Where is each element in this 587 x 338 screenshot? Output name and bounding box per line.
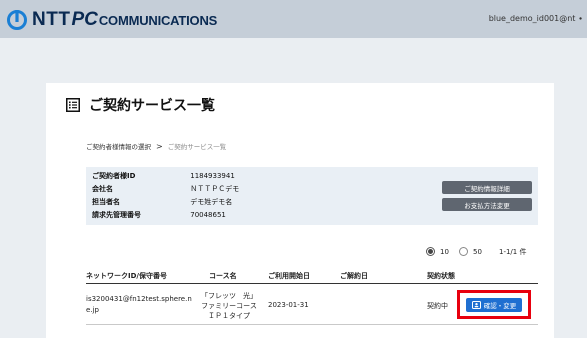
radio-unchecked-icon[interactable] bbox=[459, 247, 468, 256]
column-header-network-id: ネットワークID/保守番号 bbox=[86, 272, 167, 280]
network-id-line: e.jp bbox=[86, 306, 99, 314]
info-value: デモ姓デモ名 bbox=[190, 198, 233, 206]
table-header: ネットワークID/保守番号 コース名 ご利用開始日 ご解約日 契約状態 bbox=[86, 268, 538, 284]
logo-wordmark: NTT PC COMMUNICATIONS bbox=[32, 9, 217, 31]
table-row: is3200431@fn12test.sphere.n e.jp 「フレッツ 光… bbox=[86, 285, 538, 325]
page-size-10-label: 10 bbox=[440, 247, 449, 256]
user-id-menu[interactable]: blue_demo_id001@nt ∙ bbox=[489, 14, 583, 23]
info-label: ご契約者様ID bbox=[92, 172, 136, 180]
start-date-cell: 2023-01-31 bbox=[268, 301, 309, 309]
status-cell: 契約中 bbox=[427, 302, 448, 310]
ntt-pc-logo[interactable]: NTT PC COMMUNICATIONS bbox=[6, 9, 217, 31]
info-row-company: 会社名 ＮＴＴＰＣデモ bbox=[92, 184, 239, 194]
info-label: 請求先管理番号 bbox=[92, 211, 141, 219]
column-header-status: 契約状態 bbox=[427, 272, 455, 280]
info-value: 70048651 bbox=[190, 211, 226, 219]
list-icon bbox=[66, 98, 80, 112]
info-value: 1184933941 bbox=[190, 172, 235, 180]
logo-communications-text: COMMUNICATIONS bbox=[98, 13, 218, 28]
page-title-text: ご契約サービス一覧 bbox=[89, 98, 215, 114]
info-row-contact: 担当者名 デモ姓デモ名 bbox=[92, 197, 232, 207]
network-id-line: is3200431@fn12test.sphere.n bbox=[86, 295, 192, 303]
breadcrumb-separator: > bbox=[156, 141, 163, 151]
breadcrumb-current: ご契約サービス一覧 bbox=[167, 143, 227, 151]
top-bar: NTT PC COMMUNICATIONS blue_demo_id001@nt… bbox=[0, 0, 587, 38]
confirm-change-label: 確認・変更 bbox=[483, 301, 517, 310]
pagination-range: 1-1/1 件 bbox=[499, 248, 527, 256]
confirm-change-button[interactable]: 確認・変更 bbox=[466, 297, 522, 312]
radio-checked-icon[interactable] bbox=[426, 247, 435, 256]
id-card-icon bbox=[471, 300, 481, 309]
course-cell: 「フレッツ 光」 ファミリーコース ＩＰ１タイプ bbox=[198, 291, 260, 321]
page-title: ご契約サービス一覧 bbox=[66, 95, 215, 115]
info-row-billing-number: 請求先管理番号 70048651 bbox=[92, 210, 226, 220]
logo-pc-text: PC bbox=[71, 9, 98, 30]
column-header-course: コース名 bbox=[209, 272, 237, 280]
info-value: ＮＴＴＰＣデモ bbox=[190, 185, 240, 193]
info-label: 会社名 bbox=[92, 185, 113, 193]
course-line: ＩＰ１タイプ bbox=[208, 312, 250, 320]
contract-info-panel: ご契約者様ID 1184933941 会社名 ＮＴＴＰＣデモ 担当者名 デモ姓デ… bbox=[86, 167, 538, 225]
info-row-contract-id: ご契約者様ID 1184933941 bbox=[92, 171, 235, 181]
page-size-50[interactable]: 50 bbox=[459, 247, 482, 256]
network-id-cell: is3200431@fn12test.sphere.n e.jp bbox=[86, 294, 192, 316]
breadcrumb: ご契約者様情報の選択 > ご契約サービス一覧 bbox=[86, 141, 227, 152]
ntt-logo-icon bbox=[7, 10, 27, 30]
logo-ntt-text: NTT bbox=[32, 9, 71, 30]
breadcrumb-contractor-select[interactable]: ご契約者様情報の選択 bbox=[86, 141, 151, 151]
column-header-start-date: ご利用開始日 bbox=[268, 272, 310, 280]
column-header-cancel-date: ご解約日 bbox=[340, 272, 368, 280]
payment-method-change-button[interactable]: お支払方法変更 bbox=[442, 198, 532, 211]
course-line: ファミリーコース bbox=[201, 302, 257, 310]
course-line: 「フレッツ 光」 bbox=[201, 292, 257, 300]
page-size-50-label: 50 bbox=[473, 247, 482, 256]
contract-details-button[interactable]: ご契約情報詳細 bbox=[442, 181, 532, 194]
page-size-10[interactable]: 10 bbox=[426, 247, 449, 256]
highlight-box: 確認・変更 bbox=[457, 290, 531, 319]
main-card: ご契約サービス一覧 ご契約者様情報の選択 > ご契約サービス一覧 ご契約者様ID… bbox=[46, 83, 554, 338]
info-label: 担当者名 bbox=[92, 198, 120, 206]
